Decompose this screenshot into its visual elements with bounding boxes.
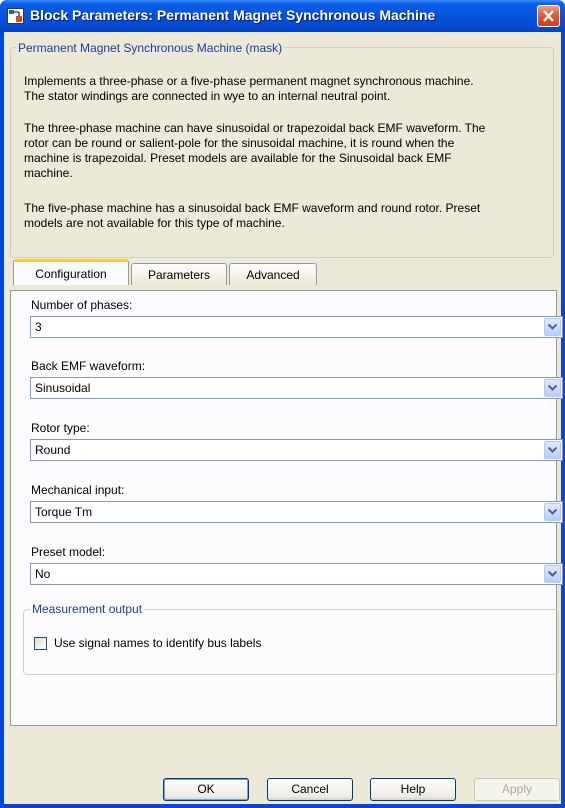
rotor-type-select[interactable]: Round xyxy=(30,439,563,461)
apply-button[interactable]: Apply xyxy=(474,778,560,801)
dropdown-button[interactable] xyxy=(544,379,561,397)
rotor-type-label: Rotor type: xyxy=(31,421,90,435)
number-of-phases-value: 3 xyxy=(35,320,42,334)
preset-model-select[interactable]: No xyxy=(30,563,563,585)
back-emf-waveform-select[interactable]: Sinusoidal xyxy=(30,377,563,399)
measurement-output-legend: Measurement output xyxy=(30,602,145,616)
tab-configuration[interactable]: Configuration xyxy=(13,259,129,285)
dropdown-button[interactable] xyxy=(544,565,561,583)
use-signal-names-checkbox[interactable] xyxy=(34,637,47,650)
preset-model-value: No xyxy=(35,567,51,581)
ok-button[interactable]: OK xyxy=(163,778,249,801)
back-emf-waveform-value: Sinusoidal xyxy=(35,381,91,395)
chevron-down-icon xyxy=(548,509,557,515)
mechanical-input-value: Torque Tm xyxy=(35,505,93,519)
number-of-phases-label: Number of phases: xyxy=(31,298,133,312)
dropdown-button[interactable] xyxy=(544,441,561,459)
description-line: models are not available for this type o… xyxy=(24,216,285,230)
back-emf-waveform-label: Back EMF waveform: xyxy=(31,359,146,373)
window-title: Block Parameters: Permanent Magnet Synch… xyxy=(30,7,436,23)
use-signal-names-label[interactable]: Use signal names to identify bus labels xyxy=(54,636,261,650)
mechanical-input-label: Mechanical input: xyxy=(31,483,125,497)
number-of-phases-select[interactable]: 3 xyxy=(30,316,563,338)
tab-parameters[interactable]: Parameters xyxy=(131,263,227,285)
chevron-down-icon xyxy=(548,447,557,453)
dialog-window: Block Parameters: Permanent Magnet Synch… xyxy=(0,0,565,808)
description-line: The five-phase machine has a sinusoidal … xyxy=(24,201,481,215)
mechanical-input-select[interactable]: Torque Tm xyxy=(30,501,563,523)
description-line: machine. xyxy=(24,166,73,180)
chevron-down-icon xyxy=(548,385,557,391)
cancel-button[interactable]: Cancel xyxy=(267,778,353,801)
tab-advanced[interactable]: Advanced xyxy=(229,263,317,285)
close-icon xyxy=(543,10,554,22)
description-line: The stator windings are connected in wye… xyxy=(24,89,391,103)
dropdown-button[interactable] xyxy=(544,503,561,521)
chevron-down-icon xyxy=(548,324,557,330)
close-button[interactable] xyxy=(537,5,560,27)
dialog-client-area: Permanent Magnet Synchronous Machine (ma… xyxy=(4,32,563,804)
mask-title: Permanent Magnet Synchronous Machine (ma… xyxy=(16,41,285,55)
description-line: machine is trapezoidal. Preset models ar… xyxy=(24,151,452,165)
help-button[interactable]: Help xyxy=(370,778,456,801)
description-line: The three-phase machine can have sinusoi… xyxy=(24,121,486,135)
description-line: rotor can be round or salient-pole for t… xyxy=(24,136,455,150)
simulink-block-icon xyxy=(7,8,24,24)
description-line: Implements a three-phase or a five-phase… xyxy=(24,74,474,88)
preset-model-label: Preset model: xyxy=(31,545,106,559)
dropdown-button[interactable] xyxy=(544,318,561,336)
title-bar[interactable]: Block Parameters: Permanent Magnet Synch… xyxy=(0,0,565,32)
chevron-down-icon xyxy=(548,571,557,577)
rotor-type-value: Round xyxy=(35,443,71,457)
